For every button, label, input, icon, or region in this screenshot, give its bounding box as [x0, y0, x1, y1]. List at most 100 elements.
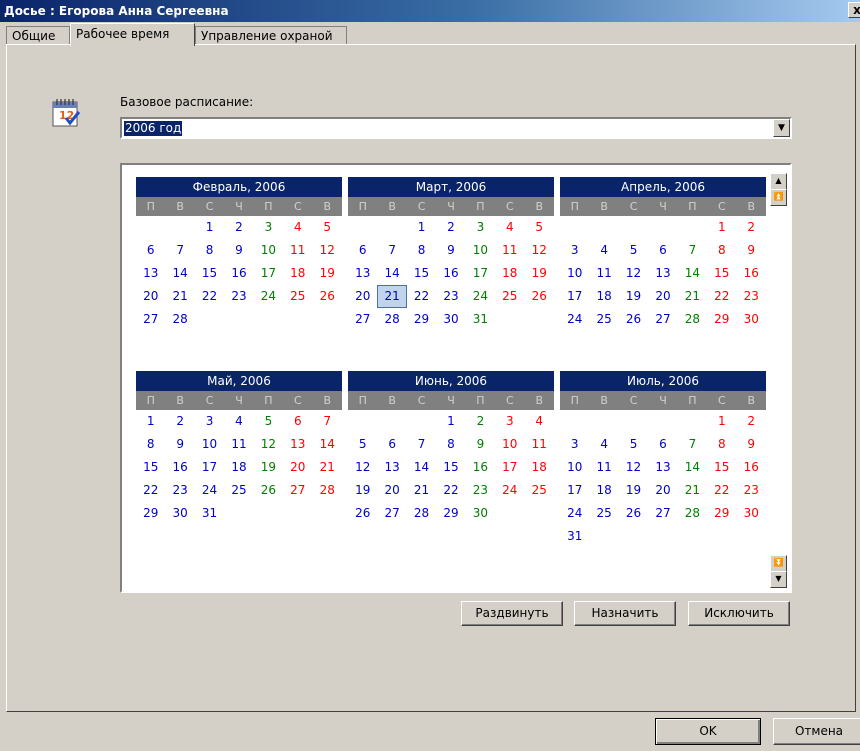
day-cell[interactable]: 8 — [136, 433, 165, 456]
day-cell[interactable]: 8 — [436, 433, 465, 456]
day-cell[interactable]: 11 — [589, 262, 618, 285]
day-cell[interactable]: 5 — [525, 216, 554, 239]
scroll-down-button[interactable]: ▼ — [770, 571, 787, 588]
day-cell[interactable]: 10 — [195, 433, 224, 456]
day-cell[interactable]: 14 — [165, 262, 194, 285]
day-cell[interactable]: 22 — [407, 285, 436, 308]
day-cell[interactable]: 14 — [678, 262, 707, 285]
scroll-page-down-button[interactable]: ⏬ — [770, 555, 787, 572]
day-cell[interactable]: 30 — [737, 308, 766, 331]
cancel-button[interactable]: Отмена — [773, 718, 860, 745]
day-cell[interactable]: 25 — [589, 308, 618, 331]
day-cell[interactable]: 5 — [254, 410, 283, 433]
day-cell[interactable]: 6 — [377, 433, 406, 456]
day-cell[interactable]: 23 — [436, 285, 465, 308]
scroll-page-up-button[interactable]: ⏫ — [770, 189, 787, 206]
day-cell[interactable]: 23 — [224, 285, 253, 308]
day-cell[interactable]: 16 — [466, 456, 495, 479]
day-cell[interactable]: 7 — [678, 239, 707, 262]
day-cell[interactable]: 9 — [466, 433, 495, 456]
day-cell[interactable]: 14 — [407, 456, 436, 479]
day-cell[interactable]: 12 — [619, 456, 648, 479]
day-cell[interactable]: 20 — [648, 479, 677, 502]
day-cell[interactable]: 20 — [648, 285, 677, 308]
day-cell[interactable]: 9 — [737, 239, 766, 262]
day-cell[interactable]: 21 — [678, 479, 707, 502]
day-cell[interactable]: 11 — [589, 456, 618, 479]
day-cell[interactable]: 16 — [436, 262, 465, 285]
day-cell[interactable]: 18 — [224, 456, 253, 479]
day-cell[interactable]: 7 — [377, 239, 406, 262]
exclude-button[interactable]: Исключить — [688, 601, 790, 626]
day-cell[interactable]: 18 — [589, 285, 618, 308]
day-cell[interactable]: 31 — [195, 502, 224, 525]
day-cell[interactable]: 1 — [407, 216, 436, 239]
day-cell[interactable]: 19 — [348, 479, 377, 502]
day-cell[interactable]: 18 — [495, 262, 524, 285]
day-cell[interactable]: 7 — [678, 433, 707, 456]
day-cell[interactable]: 30 — [737, 502, 766, 525]
day-cell[interactable]: 24 — [466, 285, 495, 308]
day-cell[interactable]: 22 — [195, 285, 224, 308]
day-cell[interactable]: 31 — [560, 525, 589, 548]
day-cell[interactable]: 27 — [648, 502, 677, 525]
day-cell[interactable]: 7 — [313, 410, 342, 433]
day-cell[interactable]: 27 — [136, 308, 165, 331]
day-cell[interactable]: 13 — [648, 262, 677, 285]
day-cell[interactable]: 19 — [619, 285, 648, 308]
day-cell[interactable]: 4 — [283, 216, 312, 239]
day-cell[interactable]: 2 — [224, 216, 253, 239]
day-cell[interactable]: 26 — [619, 308, 648, 331]
day-cell[interactable]: 24 — [560, 308, 589, 331]
day-cell[interactable]: 18 — [589, 479, 618, 502]
day-cell[interactable]: 11 — [495, 239, 524, 262]
day-cell[interactable]: 5 — [348, 433, 377, 456]
day-cell[interactable]: 29 — [707, 308, 736, 331]
day-cell[interactable]: 6 — [648, 239, 677, 262]
day-cell[interactable]: 28 — [165, 308, 194, 331]
day-cell[interactable]: 26 — [619, 502, 648, 525]
day-cell[interactable]: 24 — [560, 502, 589, 525]
day-cell[interactable]: 9 — [165, 433, 194, 456]
day-cell[interactable]: 1 — [707, 410, 736, 433]
day-cell[interactable]: 25 — [589, 502, 618, 525]
day-cell[interactable]: 15 — [707, 456, 736, 479]
day-cell[interactable]: 23 — [165, 479, 194, 502]
day-cell[interactable]: 13 — [136, 262, 165, 285]
day-cell[interactable]: 3 — [466, 216, 495, 239]
day-cell[interactable]: 9 — [224, 239, 253, 262]
day-cell[interactable]: 12 — [348, 456, 377, 479]
day-cell[interactable]: 27 — [648, 308, 677, 331]
day-cell[interactable]: 26 — [525, 285, 554, 308]
day-cell[interactable]: 13 — [283, 433, 312, 456]
tab-working-time[interactable]: Рабочее время — [70, 23, 195, 46]
day-cell[interactable]: 10 — [254, 239, 283, 262]
day-cell[interactable]: 17 — [466, 262, 495, 285]
day-cell[interactable]: 6 — [136, 239, 165, 262]
day-cell[interactable]: 22 — [707, 479, 736, 502]
day-cell[interactable]: 3 — [254, 216, 283, 239]
day-cell[interactable]: 2 — [737, 216, 766, 239]
day-cell[interactable]: 25 — [495, 285, 524, 308]
day-cell[interactable]: 17 — [560, 479, 589, 502]
day-cell[interactable]: 21 — [313, 456, 342, 479]
day-cell[interactable]: 28 — [313, 479, 342, 502]
day-cell[interactable]: 11 — [224, 433, 253, 456]
day-cell[interactable]: 20 — [136, 285, 165, 308]
day-cell[interactable]: 25 — [283, 285, 312, 308]
day-cell[interactable]: 15 — [436, 456, 465, 479]
day-cell[interactable]: 26 — [254, 479, 283, 502]
day-cell[interactable]: 25 — [525, 479, 554, 502]
day-cell[interactable]: 4 — [495, 216, 524, 239]
day-cell[interactable]: 2 — [737, 410, 766, 433]
day-cell[interactable]: 15 — [136, 456, 165, 479]
day-cell[interactable]: 13 — [348, 262, 377, 285]
day-cell[interactable]: 26 — [313, 285, 342, 308]
day-cell[interactable]: 2 — [436, 216, 465, 239]
day-cell[interactable]: 29 — [436, 502, 465, 525]
scroll-up-button[interactable]: ▲ — [770, 173, 787, 190]
day-cell[interactable]: 29 — [707, 502, 736, 525]
day-cell[interactable]: 27 — [283, 479, 312, 502]
day-cell[interactable]: 11 — [283, 239, 312, 262]
day-cell[interactable]: 16 — [165, 456, 194, 479]
